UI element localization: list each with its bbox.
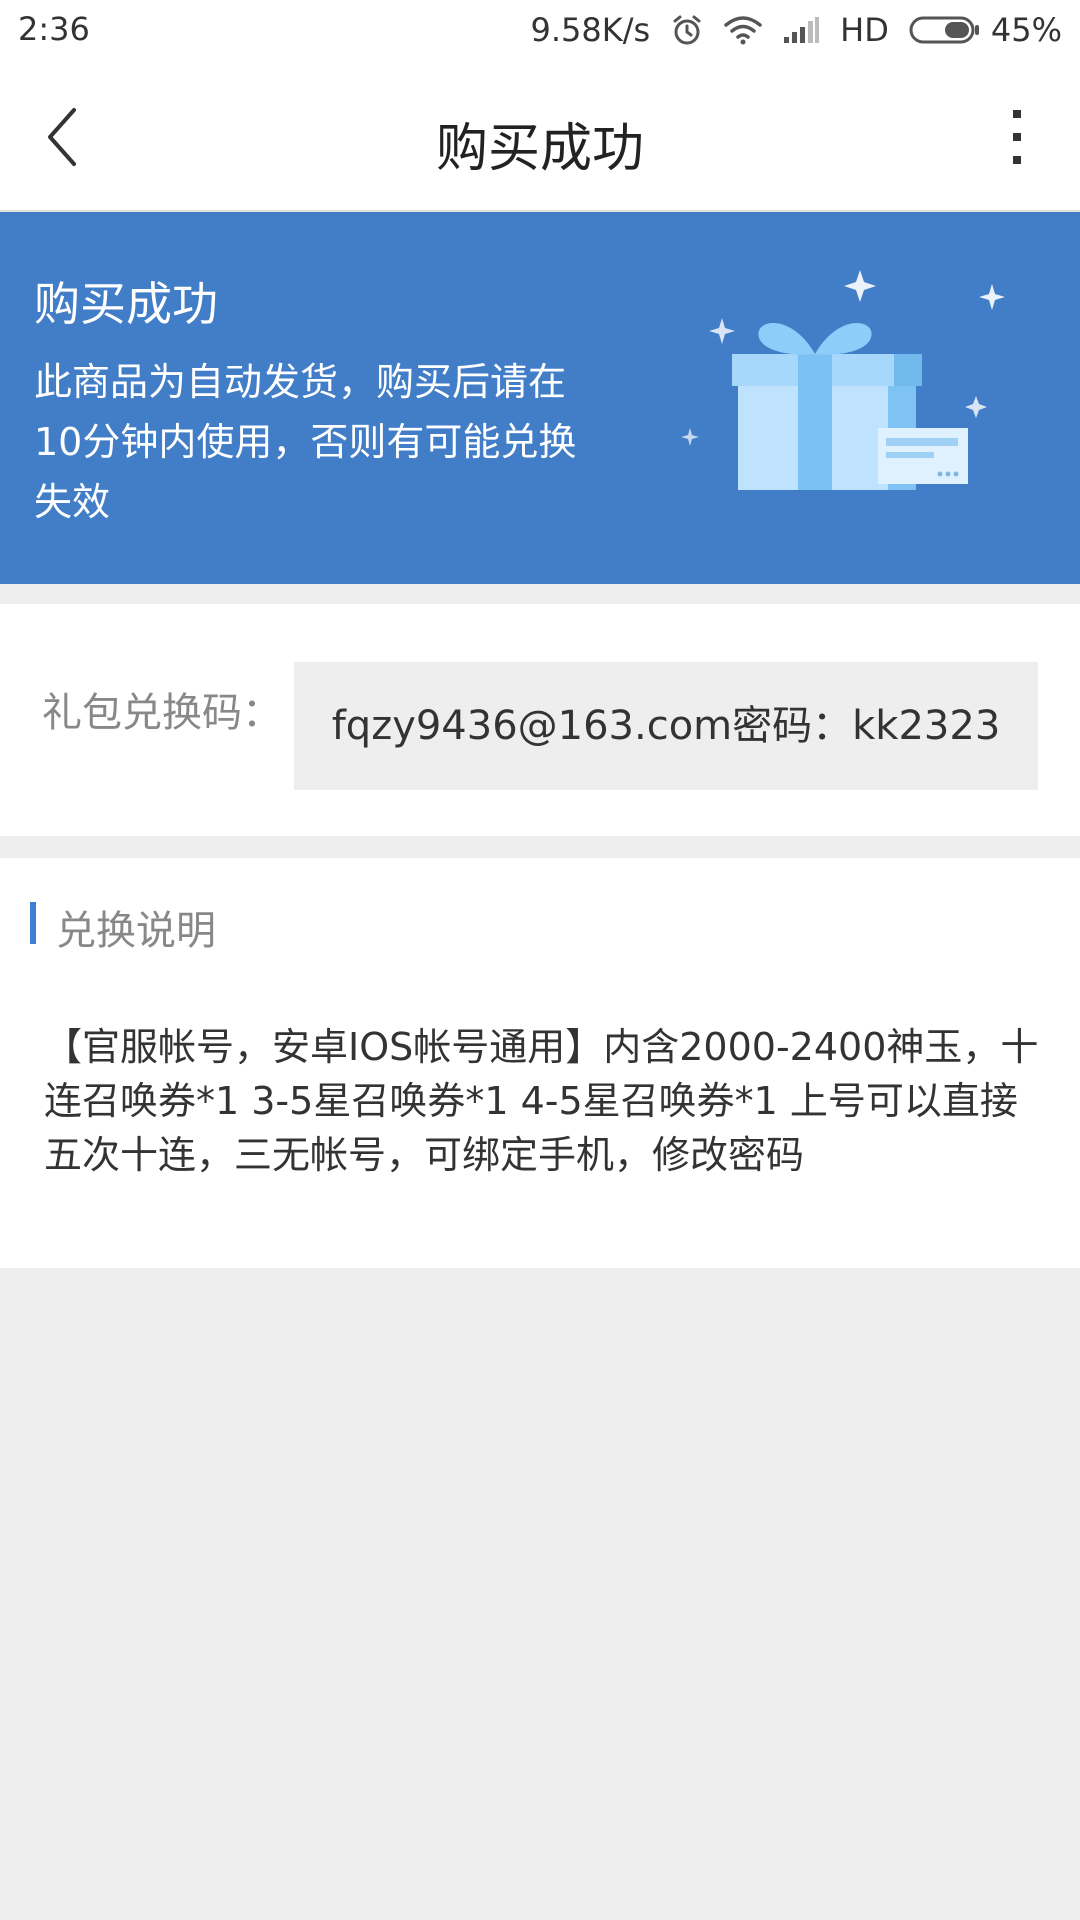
- status-time: 2:36: [18, 10, 90, 48]
- status-bar: 2:36 9.58K/s HD 45%: [0, 0, 1080, 62]
- net-speed: 9.58K/s: [530, 11, 651, 49]
- instructions-section: 兑换说明 【官服帐号，安卓IOS帐号通用】内含2000-2400神玉，十连召唤券…: [0, 858, 1080, 1268]
- wifi-icon: [724, 15, 762, 45]
- gift-code-label: 礼包兑换码：: [42, 690, 282, 736]
- battery-percent: 45%: [990, 11, 1062, 49]
- battery-icon: [909, 16, 979, 44]
- banner-title: 购买成功: [34, 277, 218, 331]
- gift-code-value[interactable]: fqzy9436@163.com密码：kk2323: [294, 662, 1038, 790]
- gift-box-illustration: [681, 270, 1005, 490]
- nav-bar: 购买成功: [0, 62, 1080, 212]
- signal-icon: [782, 15, 820, 45]
- battery: 45%: [909, 11, 1062, 49]
- instructions-heading: 兑换说明: [56, 908, 216, 954]
- alarm-icon: [670, 13, 704, 47]
- page-title: 购买成功: [435, 119, 644, 179]
- success-banner: 购买成功 此商品为自动发货，购买后请在10分钟内使用，否则有可能兑换失效: [0, 212, 1080, 584]
- section-accent-bar: [30, 902, 36, 944]
- instructions-content: 【官服帐号，安卓IOS帐号通用】内含2000-2400神玉，十连召唤券*1 3-…: [44, 1025, 1039, 1177]
- more-button[interactable]: [1002, 102, 1032, 172]
- gift-code-section: 礼包兑换码： fqzy9436@163.com密码：kk2323: [0, 604, 1080, 836]
- status-right: 9.58K/s HD 45%: [530, 10, 1062, 50]
- more-vertical-icon: [1013, 110, 1021, 164]
- banner-description: 此商品为自动发货，购买后请在10分钟内使用，否则有可能兑换失效: [34, 360, 577, 524]
- network-type: HD: [840, 11, 889, 49]
